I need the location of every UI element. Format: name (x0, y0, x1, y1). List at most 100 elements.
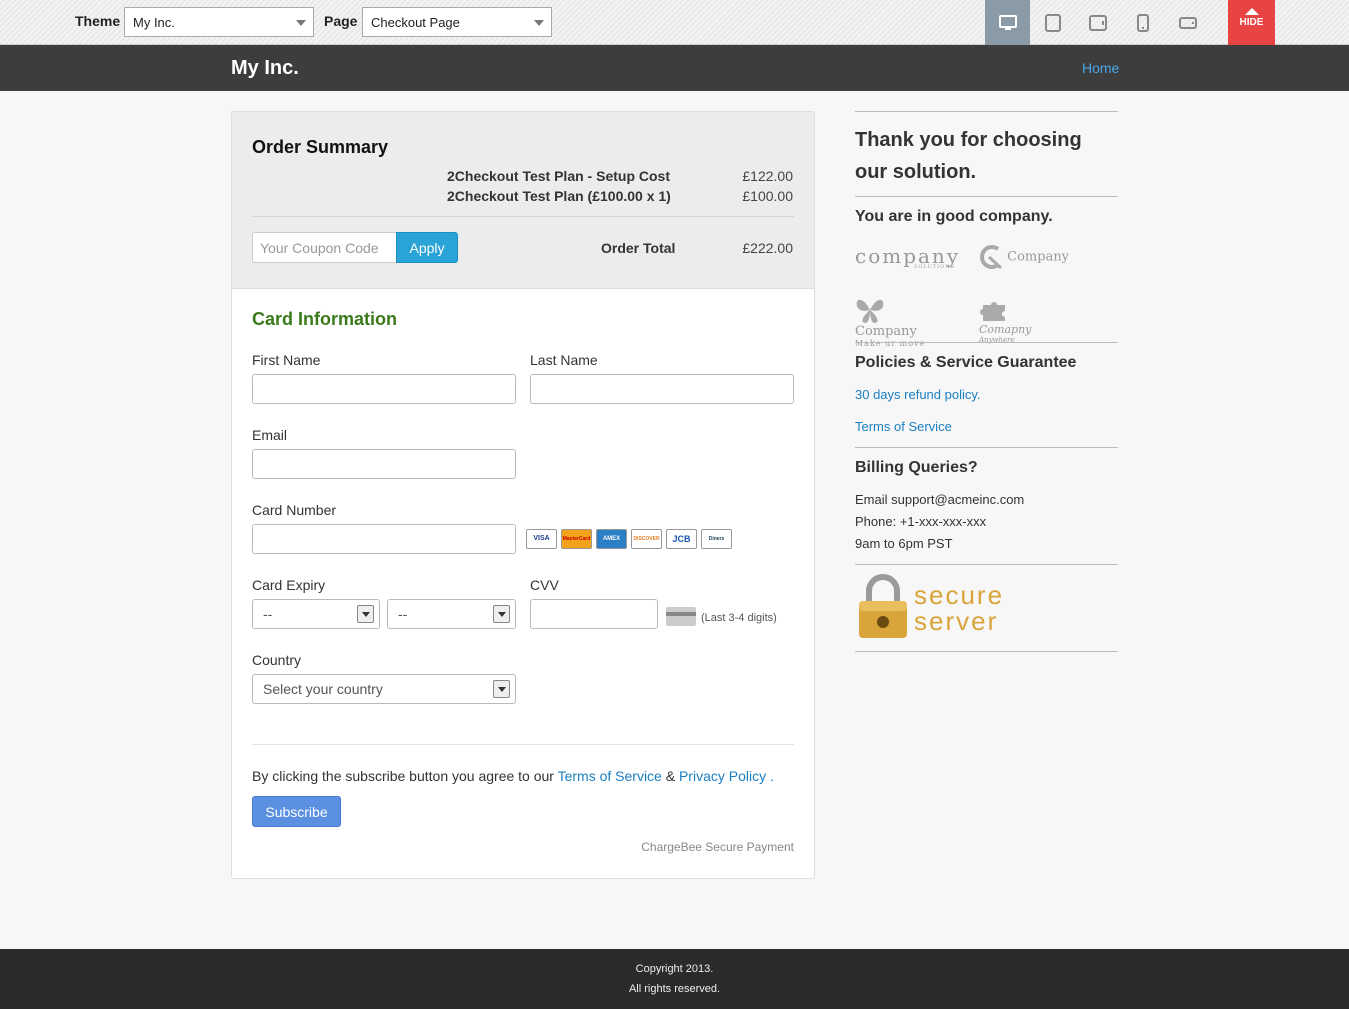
visa-icon: VISA (526, 529, 557, 549)
privacy-policy-link[interactable]: Privacy Policy (679, 768, 766, 784)
card-number-field[interactable] (252, 524, 516, 554)
divider (252, 744, 794, 745)
page-select[interactable]: Checkout Page (362, 7, 552, 37)
secure-server-badge: secure server (857, 574, 1057, 642)
support-hours: 9am to 6pm PST (855, 536, 953, 551)
tablet-portrait-icon (1044, 13, 1061, 32)
billing-heading: Billing Queries? (855, 459, 978, 476)
card-information-title: Card Information (252, 309, 398, 329)
subscribe-button[interactable]: Subscribe (252, 796, 341, 827)
nav-home-link[interactable]: Home (1082, 60, 1119, 76)
secure-line-2: server (914, 606, 999, 636)
expiry-month-select[interactable]: -- (252, 599, 380, 629)
tablet-landscape-view-button[interactable] (1075, 0, 1120, 45)
card-back-icon (666, 607, 696, 626)
order-total-label: Order Total (601, 240, 676, 256)
last-name-field[interactable] (530, 374, 794, 404)
first-name-field[interactable] (252, 374, 516, 404)
phone-landscape-view-button[interactable] (1165, 0, 1210, 45)
divider (855, 111, 1118, 112)
cvv-hint: (Last 3-4 digits) (701, 612, 777, 624)
divider (252, 216, 794, 217)
coupon-placeholder: Your Coupon Code (260, 240, 379, 256)
terms-agreement: By clicking the subscribe button you agr… (252, 768, 774, 784)
country-select-value: Select your country (263, 681, 383, 697)
cvv-label: CVV (530, 577, 559, 593)
chevron-down-icon (357, 605, 374, 623)
divider (855, 564, 1118, 565)
country-label: Country (252, 652, 302, 668)
company-c-logo-icon (980, 245, 1003, 270)
order-summary: Order Summary 2Checkout Test Plan - Setu… (232, 112, 814, 289)
divider (855, 651, 1118, 652)
phone-portrait-view-button[interactable] (1120, 0, 1165, 45)
chevron-down-icon (534, 20, 544, 26)
brand-name: My Inc. (231, 57, 299, 79)
diners-club-icon: Diners (701, 529, 732, 549)
divider (855, 342, 1118, 343)
client-logo-name: Company (1007, 249, 1070, 265)
preview-toolbar: Theme My Inc. Page Checkout Page HIDE (0, 0, 1349, 52)
theme-label: Theme (75, 13, 121, 29)
chevron-up-icon (1244, 8, 1259, 15)
divider (855, 447, 1118, 448)
theme-select[interactable]: My Inc. (124, 7, 314, 37)
secure-line-1: secure (914, 580, 1005, 610)
client-logo-sub: Make ur move (855, 339, 926, 348)
site-header: My Inc. Home (0, 45, 1349, 91)
secure-payment-note: ChargeBee Secure Payment (641, 840, 794, 854)
card-number-label: Card Number (252, 502, 337, 518)
expiry-year-select[interactable]: -- (387, 599, 516, 629)
good-company-heading: You are in good company. (855, 208, 1053, 225)
jcb-icon: JCB (666, 529, 697, 549)
footer-copyright: Copyright 2013. (635, 963, 714, 975)
line-item-label: 2Checkout Test Plan (£100.00 x 1) (447, 188, 671, 204)
chevron-down-icon (493, 605, 510, 623)
page-select-value: Checkout Page (371, 15, 460, 30)
puzzle-logo-icon (980, 302, 1005, 321)
refund-policy-link[interactable]: 30 days refund policy. (855, 387, 981, 402)
order-total-amount: £222.00 (742, 240, 793, 256)
chevron-down-icon (296, 20, 306, 26)
thanks-heading: Thank you for choosing our solution. (855, 129, 1082, 183)
last-name-label: Last Name (530, 352, 598, 368)
apply-coupon-button[interactable]: Apply (396, 232, 458, 263)
line-item-label: 2Checkout Test Plan - Setup Cost (447, 168, 670, 184)
country-select[interactable]: Select your country (252, 674, 516, 704)
mastercard-icon: MasterCard (561, 529, 592, 549)
site-footer: Copyright 2013. All rights reserved. (0, 949, 1349, 1009)
email-label: Email (252, 427, 288, 443)
line-item-amount: £100.00 (742, 188, 793, 204)
first-name-label: First Name (252, 352, 321, 368)
order-summary-title: Order Summary (252, 137, 389, 157)
phone-landscape-icon (1178, 16, 1197, 29)
ampersand: & (665, 768, 676, 784)
client-logo: Company Make ur move (855, 296, 925, 348)
chevron-down-icon (493, 680, 510, 698)
agree-suffix: . (770, 768, 774, 784)
page-label: Page (324, 13, 358, 29)
secure-text: secure server (914, 582, 1004, 634)
client-logo: Company (979, 244, 1069, 270)
cvv-field[interactable] (530, 599, 658, 629)
client-logo: company SOLUTIONS (855, 244, 960, 270)
expiry-month-value: -- (263, 606, 273, 622)
terms-of-service-link[interactable]: Terms of Service (855, 419, 952, 434)
discover-icon: DISCOVER (631, 529, 662, 549)
hide-label: HIDE (1239, 17, 1264, 28)
phone-portrait-icon (1136, 13, 1149, 32)
card-expiry-label: Card Expiry (252, 577, 326, 593)
email-field[interactable] (252, 449, 516, 479)
client-logo: Comapny Anywhere (979, 299, 1031, 344)
tablet-portrait-view-button[interactable] (1030, 0, 1075, 45)
amex-icon: AMEX (596, 529, 627, 549)
padlock-icon (859, 574, 907, 638)
support-email: Email support@acmeinc.com (855, 492, 1025, 507)
terms-of-service-link[interactable]: Terms of Service (558, 768, 662, 784)
coupon-input[interactable]: Your Coupon Code (252, 232, 397, 263)
footer-rights: All rights reserved. (628, 983, 721, 995)
divider (855, 196, 1118, 197)
agree-text: By clicking the subscribe button you agr… (252, 768, 554, 784)
expiry-year-value: -- (398, 606, 408, 622)
desktop-view-button[interactable] (985, 0, 1030, 45)
